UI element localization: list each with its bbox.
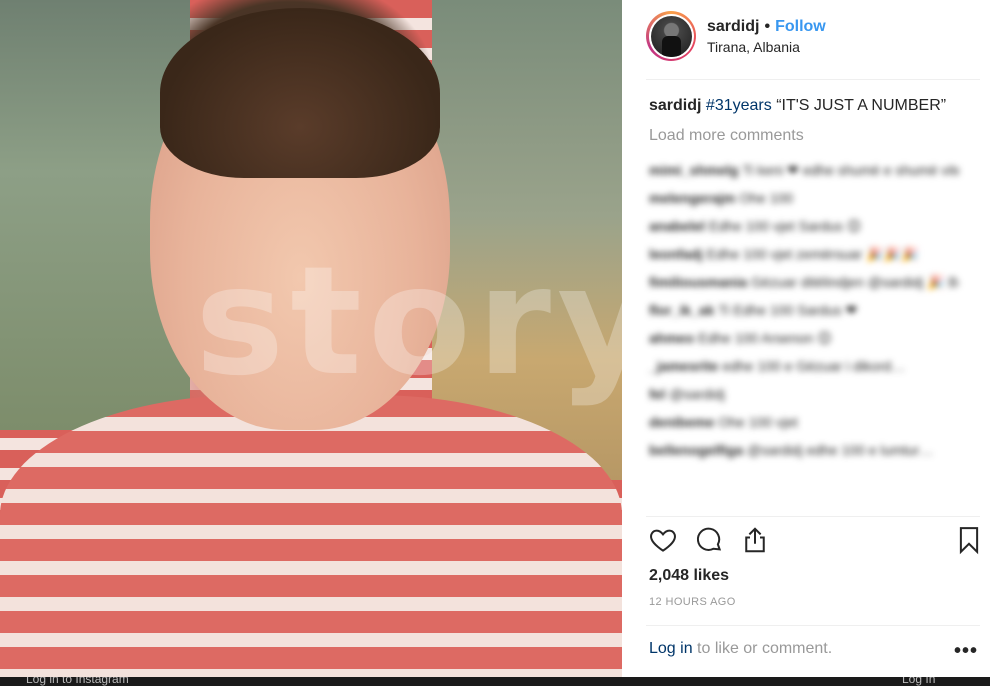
caption-text: “IT'S JUST A NUMBER”	[776, 97, 947, 114]
comment-text: Ti keni ❤ edhe shumë e shumë vite të lum…	[742, 162, 959, 178]
comment-item: fel @sardidj	[649, 380, 959, 408]
comment-username[interactable]: leonfadj	[649, 246, 703, 262]
bookmark-icon[interactable]	[954, 525, 986, 557]
avatar-image	[650, 15, 692, 57]
header-username[interactable]: sardidj	[707, 18, 759, 36]
comment-item: flor_ik_ak Ti Edhe 100 Sardus ❤	[649, 296, 959, 324]
caption-hashtag[interactable]: #31years	[706, 97, 772, 114]
comment-username[interactable]: flor_ik_ak	[649, 302, 714, 318]
heart-icon[interactable]	[648, 525, 680, 557]
divider	[646, 79, 980, 80]
comment-item: ahmeo Edhe 100 Arsenon 😊	[649, 324, 959, 352]
comment-item: denibeme Ohe 100 vjet	[649, 408, 959, 436]
photo-sweater	[0, 395, 622, 686]
comment-text: Edhe 100 vjet Sardus 😊	[709, 218, 862, 234]
comment-text: Ohe 100 vjet	[718, 414, 798, 430]
action-bar	[648, 525, 988, 561]
comment-username[interactable]: denibeme	[649, 414, 714, 430]
photo-child-hair	[160, 8, 440, 178]
comment-username[interactable]: melengerajm	[649, 190, 735, 206]
comment-item: melengerajm Ohe 100	[649, 184, 959, 212]
comment-text: Gëzuar ditëlindjen @sardidj 🎉 Bon sard 💋	[751, 274, 959, 290]
bottom-login-bar: Log in to Instagram Log In	[0, 677, 990, 686]
comment-username[interactable]: anabelel	[649, 218, 705, 234]
comment-username[interactable]: fimiliousmania	[649, 274, 747, 290]
comment-item: bellenogelfiga @sardidj edhe 100 e lumtur…	[649, 436, 959, 464]
comment-text: @sardidj	[669, 386, 725, 402]
post-header: sardidj • Follow Tirana, Albania	[646, 8, 826, 64]
photo-watermark: story.al	[195, 235, 622, 409]
likes-count[interactable]: 2,048 likes	[649, 567, 729, 585]
load-more-comments-button[interactable]: Load more comments	[649, 127, 804, 145]
post-timestamp[interactable]: 12 HOURS AGO	[649, 596, 736, 608]
comment-username[interactable]: bellenogelfiga	[649, 442, 743, 458]
comment-text: Ohe 100	[739, 190, 794, 206]
comment-username[interactable]: mimi_shmelg	[649, 162, 738, 178]
comment-text: Edhe 100 vjet zemërsuar 🎉🎉🎉	[706, 246, 919, 262]
comment-text: edhe 100 e Gëzuar i dikord…	[722, 358, 906, 374]
comment-icon[interactable]	[694, 525, 726, 557]
login-prompt: Log in to like or comment.	[649, 640, 832, 658]
login-link[interactable]: Log in	[649, 640, 693, 657]
post-sidebar: sardidj • Follow Tirana, Albania sardidj…	[622, 0, 990, 686]
comment-username[interactable]: _jamesrite	[649, 358, 718, 374]
comment-item: leonfadj Edhe 100 vjet zemërsuar 🎉🎉🎉	[649, 240, 959, 268]
comment-text: Ti Edhe 100 Sardus ❤	[718, 302, 858, 318]
bottom-login-text: Log in to Instagram	[26, 677, 129, 686]
comment-item: mimi_shmelg Ti keni ❤ edhe shumë e shumë …	[649, 156, 959, 184]
comment-text: Edhe 100 Arsenon 😊	[698, 330, 832, 346]
bottom-login-button[interactable]: Log In	[902, 677, 935, 686]
divider	[646, 516, 980, 517]
caption: sardidj #31years “IT'S JUST A NUMBER”	[649, 97, 979, 115]
comment-item: _jamesrite edhe 100 e Gëzuar i dikord…	[649, 352, 959, 380]
follow-button[interactable]: Follow	[775, 18, 826, 36]
post-photo[interactable]: story.al	[0, 0, 622, 686]
avatar[interactable]	[646, 11, 696, 61]
more-options-icon[interactable]: •••	[954, 640, 978, 663]
comment-list: mimi_shmelg Ti keni ❤ edhe shumë e shumë …	[649, 156, 959, 464]
comment-item: fimiliousmania Gëzuar ditëlindjen @sardid…	[649, 268, 959, 296]
divider	[646, 625, 980, 626]
location-link[interactable]: Tirana, Albania	[707, 39, 826, 55]
login-prompt-text: to like or comment.	[692, 640, 833, 657]
comment-username[interactable]: fel	[649, 386, 665, 402]
comment-item: anabelel Edhe 100 vjet Sardus 😊	[649, 212, 959, 240]
share-icon[interactable]	[740, 525, 772, 557]
comment-text: @sardidj edhe 100 e lumtur…	[747, 442, 934, 458]
comment-username[interactable]: ahmeo	[649, 330, 694, 346]
separator-dot: •	[764, 17, 771, 35]
caption-username[interactable]: sardidj	[649, 97, 701, 114]
